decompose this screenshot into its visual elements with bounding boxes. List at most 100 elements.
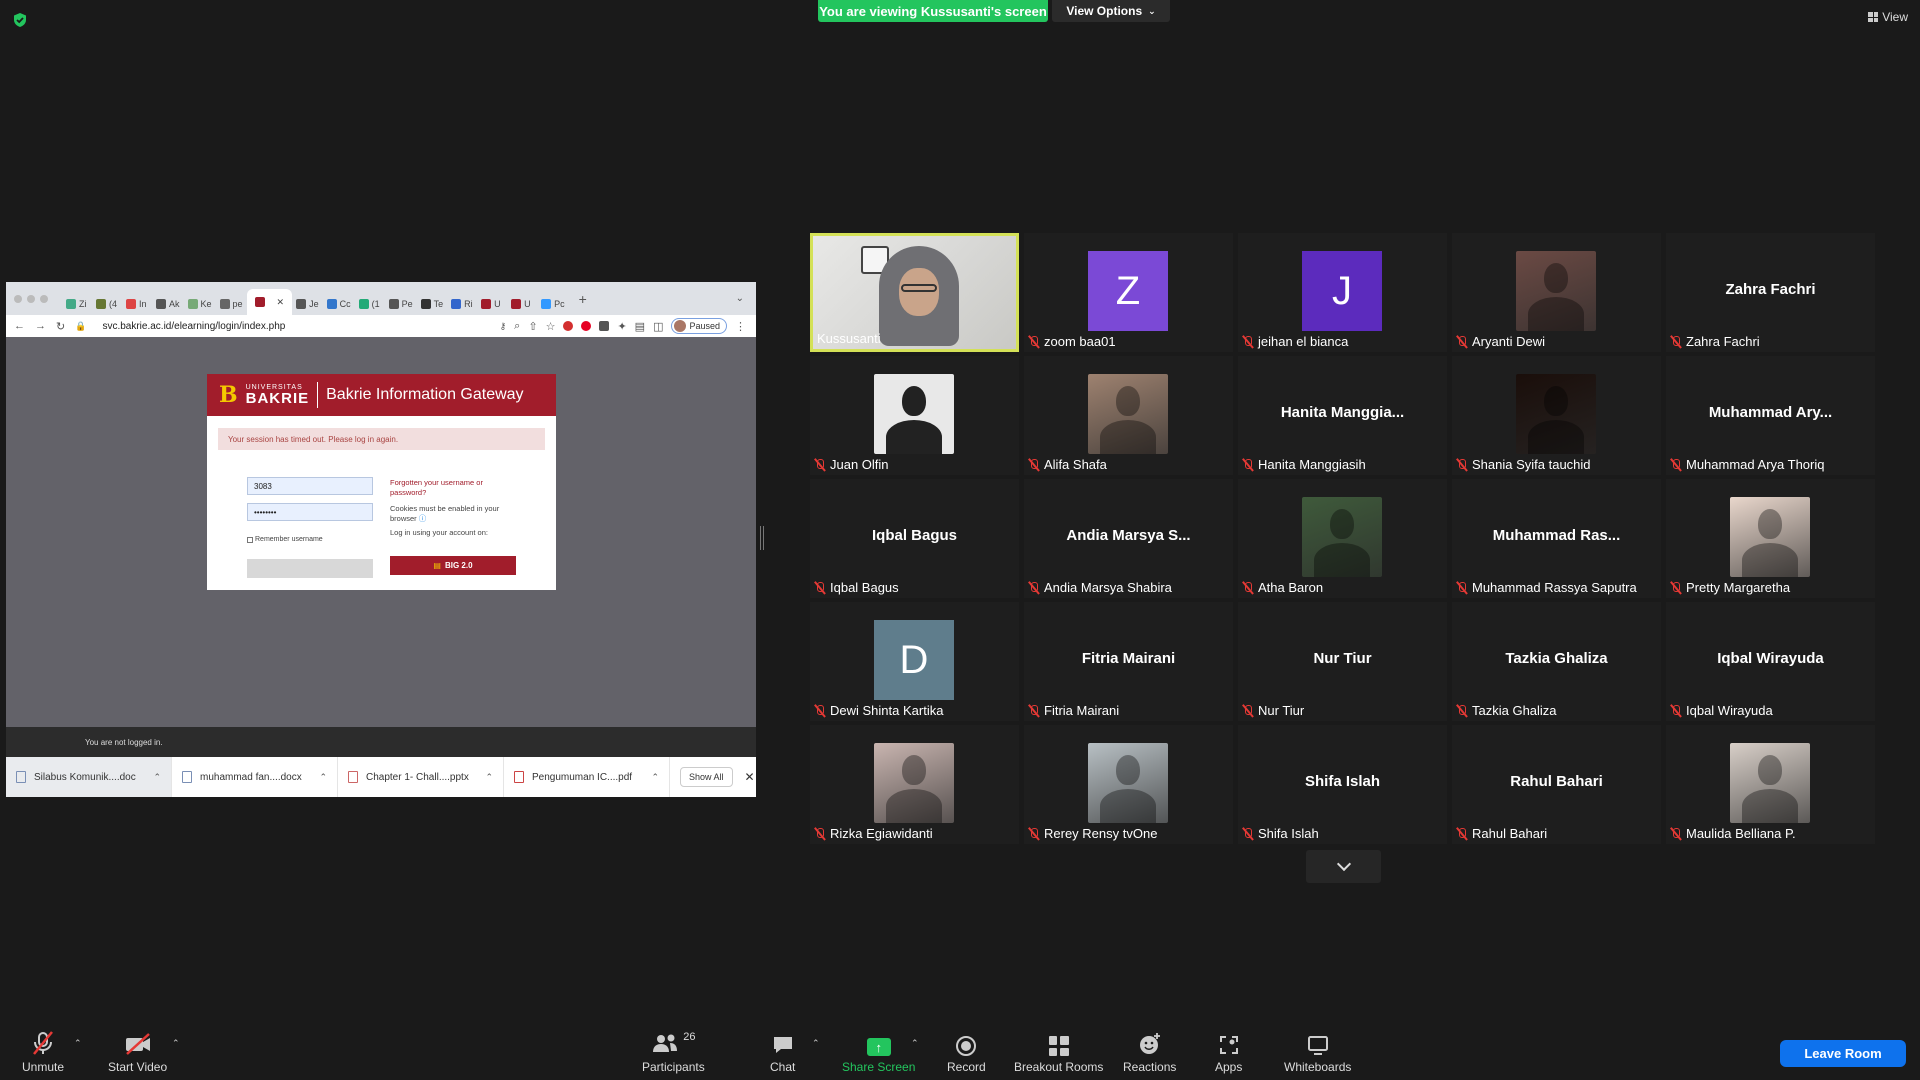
login-using-note: Log in using your account on: xyxy=(390,528,488,537)
participant-name-label: Pretty Margaretha xyxy=(1670,580,1790,595)
tab-label: pe xyxy=(232,299,243,309)
shared-screen[interactable]: Zi (4 In Ak Ke pe ✕ Je Cc (1 Pe Te Ri U U Pc + ⌄ ← → ↻ … xyxy=(6,282,756,797)
participant-tile[interactable]: Hanita Manggia... Hanita Manggiasih xyxy=(1238,356,1447,475)
share-page-icon: ⇧ xyxy=(528,320,538,333)
file-ppt-icon xyxy=(348,771,358,783)
reload-icon: ↻ xyxy=(56,320,66,333)
breakout-rooms-icon xyxy=(1048,1036,1069,1056)
big-login-button: ▤ BIG 2.0 xyxy=(390,556,516,575)
participant-tile[interactable]: Aryanti Dewi xyxy=(1452,233,1661,352)
mic-muted-icon xyxy=(814,704,826,718)
apps-button[interactable]: Apps xyxy=(1215,1030,1242,1074)
share-screen-button[interactable]: ↑ Share Screen xyxy=(842,1030,915,1074)
reading-list-icon: ▤ xyxy=(634,320,646,333)
participant-name: Pretty Margaretha xyxy=(1686,580,1791,595)
whiteboards-button[interactable]: Whiteboards xyxy=(1284,1030,1351,1074)
mic-muted-icon xyxy=(1456,827,1468,841)
participant-tile[interactable]: Juan Olfin xyxy=(810,356,1019,475)
start-video-button[interactable]: Start Video xyxy=(108,1030,167,1074)
participant-tile[interactable]: Fitria Mairani Fitria Mairani xyxy=(1024,602,1233,721)
remember-label: Remember username xyxy=(255,536,323,543)
participants-button[interactable]: 26 Participants xyxy=(642,1030,705,1074)
participant-tile[interactable]: Tazkia Ghaliza Tazkia Ghaliza xyxy=(1452,602,1661,721)
bakrie-small-icon: ▤ xyxy=(433,561,441,570)
browser-tab: Zi xyxy=(62,293,92,315)
record-icon xyxy=(956,1036,977,1056)
participant-tile[interactable]: Rahul Bahari Rahul Bahari xyxy=(1452,725,1661,844)
participant-tile[interactable]: Iqbal Wirayuda Iqbal Wirayuda xyxy=(1666,602,1875,721)
mic-muted-icon xyxy=(1028,581,1040,595)
chat-icon xyxy=(773,1037,792,1053)
view-options-button[interactable]: View Options ⌄ xyxy=(1052,0,1170,22)
participant-name-label: Muhammad Rassya Saputra xyxy=(1456,580,1637,595)
reactions-button[interactable]: Reactions xyxy=(1123,1030,1176,1074)
tab-favicon-icon xyxy=(156,299,166,309)
audio-options-caret-icon[interactable]: ⌃ xyxy=(74,1038,82,1049)
participant-tile[interactable]: Rerey Rensy tvOne xyxy=(1024,725,1233,844)
logo-univ-name: BAKRIE xyxy=(245,390,310,407)
participant-tile[interactable]: Pretty Margaretha xyxy=(1666,479,1875,598)
forgot-link: Forgotten your username or password? xyxy=(390,478,483,497)
participant-tile[interactable]: Kussusanti xyxy=(810,233,1019,352)
mic-muted-icon xyxy=(1242,581,1254,595)
record-button[interactable]: Record xyxy=(947,1030,986,1074)
participant-name-label: Muhammad Arya Thoriq xyxy=(1670,457,1825,472)
remember-checkbox xyxy=(247,536,253,543)
browser-tab: Pc xyxy=(537,293,569,315)
participant-tile[interactable]: Zzoom baa01 xyxy=(1024,233,1233,352)
participant-tile[interactable]: Alifa Shafa xyxy=(1024,356,1233,475)
participant-name: Andia Marsya Shabira xyxy=(1044,580,1172,595)
browser-tab-strip: Zi (4 In Ak Ke pe ✕ Je Cc (1 Pe Te Ri U U Pc + ⌄ xyxy=(6,282,756,315)
tab-favicon-icon xyxy=(511,299,522,309)
tab-favicon-icon xyxy=(66,299,76,309)
participant-name: Aryanti Dewi xyxy=(1472,334,1545,349)
bookmark-star-icon: ☆ xyxy=(545,320,556,333)
browser-tab: Ak xyxy=(152,293,184,315)
chat-options-caret-icon[interactable]: ⌃ xyxy=(812,1038,820,1049)
tab-favicon-icon xyxy=(296,299,307,309)
close-downloads-icon: ✕ xyxy=(744,770,755,784)
tab-favicon-icon xyxy=(254,297,265,307)
password-field: •••••••• xyxy=(247,503,373,521)
video-options-caret-icon[interactable]: ⌃ xyxy=(172,1038,180,1049)
avatar-initial: J xyxy=(1302,251,1382,331)
participant-tile[interactable]: Shania Syifa tauchid xyxy=(1452,356,1661,475)
participant-name: Juan Olfin xyxy=(830,457,889,472)
browser-tab: pe xyxy=(216,293,247,315)
participant-tile[interactable]: Maulida Belliana P. xyxy=(1666,725,1875,844)
window-controls xyxy=(14,294,48,303)
tab-favicon-icon xyxy=(541,299,552,309)
reactions-label: Reactions xyxy=(1123,1060,1177,1074)
participant-tile[interactable]: Rizka Egiawidanti xyxy=(810,725,1019,844)
tab-favicon-icon xyxy=(420,299,431,309)
participant-tile[interactable]: Nur Tiur Nur Tiur xyxy=(1238,602,1447,721)
participant-name: Tazkia Ghaliza xyxy=(1472,703,1557,718)
participant-tile[interactable]: Andia Marsya S... Andia Marsya Shabira xyxy=(1024,479,1233,598)
unmute-button[interactable]: Unmute xyxy=(22,1030,64,1074)
participant-tile[interactable]: Shifa Islah Shifa Islah xyxy=(1238,725,1447,844)
view-layout-button[interactable]: View xyxy=(1868,10,1908,24)
url-text: svc.bakrie.ac.id/elearning/login/index.p… xyxy=(102,320,286,332)
participant-tile[interactable]: Iqbal Bagus Iqbal Bagus xyxy=(810,479,1019,598)
participant-tile[interactable]: Jjeihan el bianca xyxy=(1238,233,1447,352)
avatar-photo xyxy=(1730,497,1810,577)
participant-tile[interactable]: D Dewi Shinta Kartika xyxy=(810,602,1019,721)
share-options-caret-icon[interactable]: ⌃ xyxy=(911,1038,919,1049)
participants-label: Participants xyxy=(642,1060,705,1074)
chat-button[interactable]: Chat xyxy=(770,1030,795,1074)
security-shield-icon[interactable] xyxy=(12,12,28,28)
participant-tile[interactable]: Zahra Fachri Zahra Fachri xyxy=(1666,233,1875,352)
next-page-button[interactable] xyxy=(1306,850,1381,883)
participant-tile[interactable]: Muhammad Ras... Muhammad Rassya Saputra xyxy=(1452,479,1661,598)
participant-tile[interactable]: Atha Baron xyxy=(1238,479,1447,598)
tab-favicon-icon xyxy=(451,299,462,309)
participant-tile[interactable]: Muhammad Ary... Muhammad Arya Thoriq xyxy=(1666,356,1875,475)
avatar-photo xyxy=(874,743,954,823)
download-filename: muhammad fan....docx xyxy=(200,771,302,783)
downloads-bar: Silabus Komunik....doc ⌃ muhammad fan....d… xyxy=(6,757,756,797)
breakout-rooms-button[interactable]: Breakout Rooms xyxy=(1014,1030,1103,1074)
mic-muted-icon xyxy=(1456,458,1468,472)
split-divider-handle[interactable] xyxy=(760,526,764,550)
avatar-photo xyxy=(1302,497,1382,577)
leave-room-button[interactable]: Leave Room xyxy=(1780,1040,1906,1067)
